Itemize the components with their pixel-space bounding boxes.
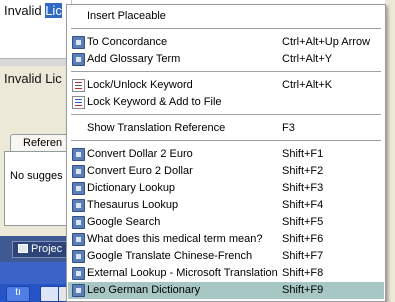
project-button-label: Projec bbox=[31, 243, 63, 255]
menu-item-add-glossary-term[interactable]: Add Glossary Term Ctrl+Alt+Y bbox=[68, 51, 384, 68]
menu-item-shortcut: Shift+F6 bbox=[282, 233, 324, 245]
menu-item-show-translation-reference[interactable]: Show Translation Reference F3 bbox=[68, 120, 384, 137]
menu-separator bbox=[71, 114, 381, 115]
menu-item-shortcut: Ctrl+Alt+K bbox=[282, 79, 333, 91]
menu-item-label: Leo German Dictionary bbox=[87, 284, 201, 296]
menu-item-lock-keyword-add-to-file[interactable]: Lock Keyword & Add to File bbox=[68, 94, 384, 111]
macro-icon bbox=[72, 284, 85, 297]
menu-item-label: Convert Dollar 2 Euro bbox=[87, 148, 193, 160]
menu-item-dictionary-lookup[interactable]: Dictionary Lookup Shift+F3 bbox=[68, 180, 384, 197]
macro-icon bbox=[72, 165, 85, 178]
macro-icon bbox=[72, 199, 85, 212]
menu-item-label: External Lookup - Microsoft Translation bbox=[87, 267, 278, 279]
menu-item-what-does-this-medical-term-mean[interactable]: What does this medical term mean? Shift+F… bbox=[68, 231, 384, 248]
menu-item-label: Insert Placeable bbox=[87, 10, 166, 22]
menu-item-label: Google Translate Chinese-French bbox=[87, 250, 253, 262]
menu-item-shortcut: Shift+F7 bbox=[282, 250, 324, 262]
editor-divider bbox=[0, 58, 72, 66]
editor-line-prefix: Invalid bbox=[4, 3, 46, 18]
menu-separator bbox=[71, 140, 381, 141]
macro-icon bbox=[72, 233, 85, 246]
menu-item-shortcut: Ctrl+Alt+Up Arrow bbox=[282, 36, 371, 48]
menu-item-label: Convert Euro 2 Dollar bbox=[87, 165, 193, 177]
suggestions-panel bbox=[4, 151, 74, 226]
concordance-icon bbox=[72, 36, 85, 49]
lock-keyword-icon bbox=[72, 79, 85, 92]
menu-separator bbox=[71, 28, 381, 29]
lock-keyword-file-icon bbox=[72, 96, 85, 109]
menu-item-label: Lock Keyword & Add to File bbox=[87, 96, 222, 108]
menu-item-shortcut: Shift+F4 bbox=[282, 199, 324, 211]
editor-segment-line[interactable]: Invalid Lic bbox=[4, 3, 62, 18]
menu-item-lock-unlock-keyword[interactable]: Lock/Unlock Keyword Ctrl+Alt+K bbox=[68, 77, 384, 94]
menu-item-label: Google Search bbox=[87, 216, 161, 228]
menu-item-shortcut: Shift+F3 bbox=[282, 182, 324, 194]
project-icon bbox=[18, 244, 28, 253]
menu-item-google-search[interactable]: Google Search Shift+F5 bbox=[68, 214, 384, 231]
menu-item-label: Add Glossary Term bbox=[87, 53, 181, 65]
menu-item-shortcut: F3 bbox=[282, 122, 295, 134]
macro-icon bbox=[72, 182, 85, 195]
window-edge bbox=[385, 0, 395, 302]
editor-selected-text: Lic bbox=[45, 3, 62, 18]
menu-item-external-lookup-microsoft-translation[interactable]: External Lookup - Microsoft Translation S… bbox=[68, 265, 384, 282]
menu-item-label: Dictionary Lookup bbox=[87, 182, 176, 194]
menu-item-leo-german-dictionary[interactable]: Leo German Dictionary Shift+F9 bbox=[68, 282, 384, 299]
menu-item-shortcut: Shift+F1 bbox=[282, 148, 324, 160]
menu-item-to-concordance[interactable]: To Concordance Ctrl+Alt+Up Arrow bbox=[68, 34, 384, 51]
menu-item-convert-dollar-2-euro[interactable]: Convert Dollar 2 Euro Shift+F1 bbox=[68, 146, 384, 163]
menu-separator bbox=[71, 71, 381, 72]
macro-icon bbox=[72, 148, 85, 161]
menu-item-shortcut: Shift+F5 bbox=[282, 216, 324, 228]
menu-item-convert-euro-2-dollar[interactable]: Convert Euro 2 Dollar Shift+F2 bbox=[68, 163, 384, 180]
menu-item-google-translate-chinese-french[interactable]: Google Translate Chinese-French Shift+F7 bbox=[68, 248, 384, 265]
macro-icon bbox=[72, 250, 85, 263]
macro-icon bbox=[72, 216, 85, 229]
context-menu: Insert Placeable To Concordance Ctrl+Alt+U… bbox=[66, 4, 386, 302]
menu-item-label: Thesaurus Lookup bbox=[87, 199, 179, 211]
menu-item-shortcut: Shift+F8 bbox=[282, 267, 324, 279]
menu-item-insert-placeable[interactable]: Insert Placeable bbox=[68, 8, 384, 25]
project-button[interactable]: Projec bbox=[12, 241, 72, 258]
menu-item-shortcut: Shift+F2 bbox=[282, 165, 324, 177]
menu-item-thesaurus-lookup[interactable]: Thesaurus Lookup Shift+F4 bbox=[68, 197, 384, 214]
glossary-icon bbox=[72, 53, 85, 66]
taskbar-start-fragment[interactable]: tı bbox=[6, 286, 30, 302]
menu-item-shortcut: Ctrl+Alt+Y bbox=[282, 53, 333, 65]
tab-reference[interactable]: Referen bbox=[10, 134, 74, 152]
menu-item-label: Show Translation Reference bbox=[87, 122, 226, 134]
menu-item-label: Lock/Unlock Keyword bbox=[87, 79, 193, 91]
menu-item-shortcut: Shift+F9 bbox=[282, 284, 324, 296]
menu-item-label: To Concordance bbox=[87, 36, 168, 48]
menu-item-label: What does this medical term mean? bbox=[87, 233, 263, 245]
taskbar-upper bbox=[0, 262, 72, 284]
macro-icon bbox=[72, 267, 85, 280]
editor-source-line: Invalid Lic bbox=[4, 71, 62, 86]
suggestions-status-text: No sugges bbox=[10, 170, 63, 182]
